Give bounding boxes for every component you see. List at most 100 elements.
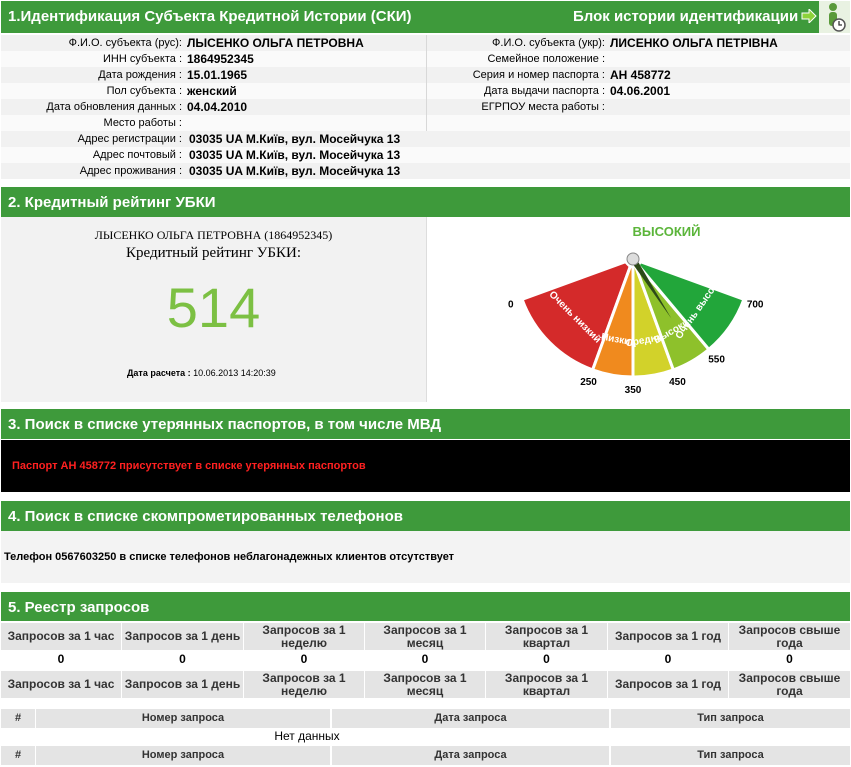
rating-panel: ЛЫСЕНКО ОЛЬГА ПЕТРОВНА (1864952345) Кред… (1, 217, 427, 402)
registry-header-label: Запросов свыше года (738, 622, 841, 650)
registry-value: 0 (244, 652, 364, 668)
registry-header-label: Запросов за 1 неделю (262, 622, 346, 650)
registry-footer: Запросов за 1 месяц (365, 671, 485, 698)
list-footer: # (1, 746, 35, 765)
section5-header: 5. Реестр запросов (1, 592, 850, 621)
registry-header: Запросов за 1 неделю (244, 623, 364, 650)
field-label: Дата рождения : (98, 69, 182, 81)
registry-header: Запросов за 1 месяц (365, 623, 485, 650)
user-clock-icon[interactable] (819, 1, 850, 33)
registry-header: Запросов за 1 день (122, 623, 243, 650)
history-block-link[interactable]: Блок истории идентификации (573, 8, 798, 25)
field-label: Семейное положение : (487, 53, 605, 65)
list-header-label: # (14, 712, 22, 724)
field-label: Ф.И.О. субъекта (укр): (492, 37, 605, 49)
phone-check-panel: Телефон 0567603250 в списке телефонов не… (1, 531, 850, 583)
address-value: 03035 UA М.Київ, вул. Мосейчука 13 (189, 164, 401, 178)
calc-date-value: 10.06.2013 14:20:39 (193, 368, 276, 378)
registry-footer: Запросов за 1 неделю (244, 671, 364, 698)
registry-footer-label: Запросов за 1 месяц (383, 670, 467, 698)
registry-value: 0 (608, 652, 728, 668)
registry-footer-label: Запросов за 1 квартал (504, 670, 589, 698)
column-divider (426, 35, 427, 131)
gauge-tick-label: 0 (508, 299, 514, 310)
field-label: ЕГРПОУ места работы : (481, 101, 605, 113)
field-value: 04.04.2010 (187, 100, 248, 114)
calc-date: Дата расчета : 10.06.2013 14:20:39 (127, 368, 276, 378)
lost-passport-panel: Паспорт АН 458772 присутствует в списке … (1, 440, 850, 492)
list-header: Тип запроса (611, 709, 850, 728)
section4-header: 4. Поиск в списке скомпрометированных те… (1, 501, 850, 531)
field-value: женский (187, 84, 237, 98)
field-label: Ф.И.О. субъекта (рус): (68, 37, 182, 49)
registry-footer: Запросов за 1 квартал (486, 671, 607, 698)
registry-header: Запросов свыше года (729, 623, 850, 650)
registry-footer: Запросов за 1 год (608, 671, 728, 698)
field-label: Дата обновления данных : (46, 101, 182, 113)
list-footer: Тип запроса (611, 746, 850, 765)
address-value: 03035 UA М.Київ, вул. Мосейчука 13 (189, 148, 401, 162)
rating-subject: ЛЫСЕНКО ОЛЬГА ПЕТРОВНА (1864952345) (94, 228, 333, 242)
rating-gauge-panel: ВЫСОКИЙ Очень низкий Низкий Средний Высокий… (427, 217, 850, 402)
field-label: ИНН субъекта : (103, 53, 182, 65)
registry-footer: Запросов свыше года (729, 671, 850, 698)
section4-title: 4. Поиск в списке скомпрометированных те… (8, 508, 403, 525)
gauge-needle-hub (626, 252, 640, 266)
registry-footer-label: Запросов за 1 час (7, 677, 115, 691)
section5-title: 5. Реестр запросов (8, 599, 150, 616)
registry-header: Запросов за 1 квартал (486, 623, 607, 650)
gauge-tick-label: 700 (747, 299, 764, 310)
section3-title: 3. Поиск в списке утерянных паспортов, в… (8, 416, 442, 433)
list-header: Дата запроса (332, 709, 609, 728)
no-data-text: Нет данных (274, 729, 340, 743)
address-value: 03035 UA М.Київ, вул. Мосейчука 13 (189, 132, 401, 146)
list-footer-label: Дата запроса (434, 749, 507, 761)
registry-footer: Запросов за 1 день (122, 671, 243, 698)
registry-value: 0 (486, 652, 607, 668)
registry-header-label: Запросов за 1 день (124, 629, 241, 643)
registry-value: 0 (365, 652, 485, 668)
field-value: ЛИСЕНКО ОЛЬГА ПЕТРІВНА (610, 36, 778, 50)
field-value: 15.01.1965 (187, 68, 248, 82)
phone-check-message: Телефон 0567603250 в списке телефонов не… (4, 551, 455, 563)
field-value: ЛЫСЕНКО ОЛЬГА ПЕТРОВНА (187, 36, 364, 50)
rating-score: 514 (166, 276, 261, 339)
registry-header-label: Запросов за 1 час (7, 629, 115, 643)
gauge-tick-label: 450 (669, 377, 686, 388)
list-footer: Номер запроса (36, 746, 330, 765)
address-label: Адрес почтовый : (92, 149, 182, 161)
section1-title: 1.Идентификация Субъекта Кредитной Истор… (8, 8, 412, 25)
field-value: 04.06.2001 (610, 84, 671, 98)
field-label: Дата выдачи паспорта : (483, 85, 605, 97)
list-header-label: Номер запроса (141, 712, 225, 724)
registry-value: 0 (1, 652, 121, 668)
list-footer-label: Номер запроса (141, 749, 225, 761)
field-label: Место работы : (103, 117, 182, 129)
address-label: Адрес регистрации : (77, 133, 182, 145)
registry-header: Запросов за 1 год (608, 623, 728, 650)
field-value: 1864952345 (187, 52, 254, 66)
section2-header: 2. Кредитный рейтинг УБКИ (1, 187, 850, 217)
gauge-tick-label: 250 (580, 377, 597, 388)
list-footer-label: # (14, 749, 22, 761)
list-header: Номер запроса (36, 709, 330, 728)
registry-footer: Запросов за 1 час (1, 671, 121, 698)
arrow-right-icon[interactable] (801, 7, 817, 27)
field-value: АН 458772 (610, 68, 671, 82)
registry-value: 0 (729, 652, 850, 668)
section3-header: 3. Поиск в списке утерянных паспортов, в… (1, 409, 850, 439)
list-footer: Дата запроса (332, 746, 609, 765)
list-header-label: Тип запроса (697, 712, 764, 724)
lost-passport-message: Паспорт АН 458772 присутствует в списке … (12, 460, 366, 472)
list-footer-label: Тип запроса (697, 749, 764, 761)
registry-footer-label: Запросов свыше года (738, 670, 841, 698)
rating-title: Кредитный рейтинг УБКИ: (126, 245, 301, 261)
registry-header-label: Запросов за 1 месяц (383, 622, 467, 650)
registry-value: 0 (122, 652, 243, 668)
registry-header-label: Запросов за 1 квартал (504, 622, 589, 650)
registry-footer-label: Запросов за 1 день (124, 677, 241, 691)
field-label: Серия и номер паспорта : (472, 69, 605, 81)
calc-date-label: Дата расчета : (127, 368, 191, 378)
registry-footer-label: Запросов за 1 год (614, 677, 722, 691)
gauge-tick-label: 350 (625, 385, 642, 396)
